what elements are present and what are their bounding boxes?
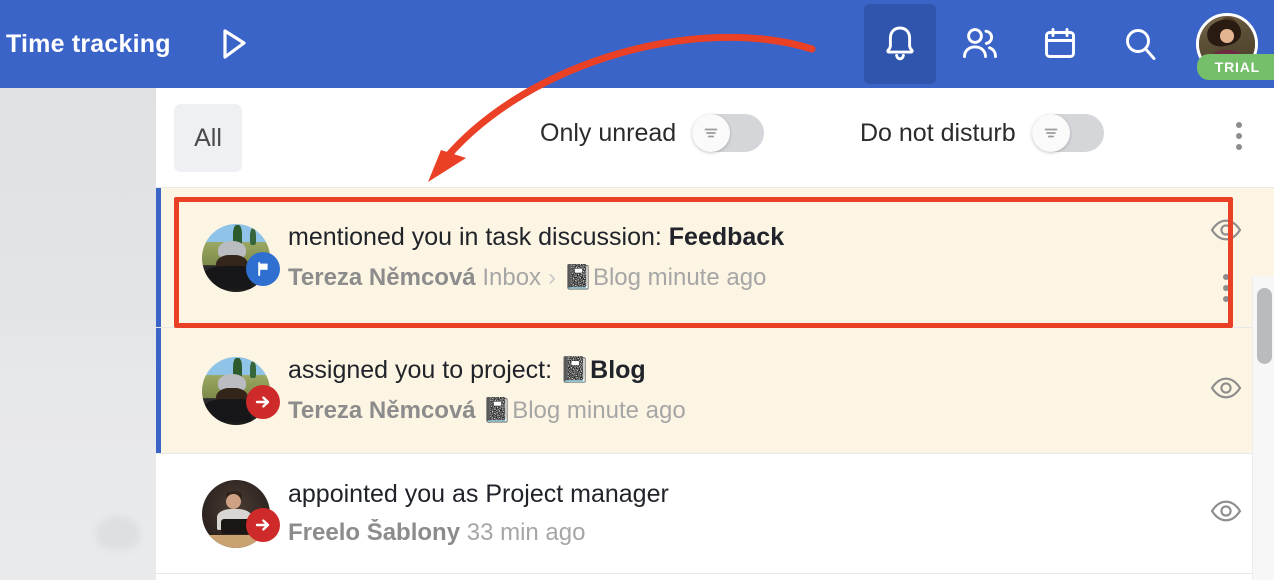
notification-list: mentioned you in task discussion: Feedba…: [156, 188, 1274, 574]
mark-as-read-eye-icon[interactable]: [1209, 213, 1243, 252]
search-icon[interactable]: [1100, 0, 1180, 88]
notification-title-prefix: mentioned you in task discussion:: [288, 223, 669, 252]
mark-as-read-eye-icon[interactable]: [1209, 371, 1243, 410]
arrow-badge-icon: [246, 507, 280, 542]
toggle-knob: [692, 114, 731, 152]
mark-as-read-eye-icon[interactable]: [1209, 494, 1243, 533]
play-icon[interactable]: [209, 20, 257, 68]
notification-text: appointed you as Project manager Freelo …: [288, 479, 1178, 548]
only-unread-label: Only unread: [540, 118, 677, 147]
notification-text: mentioned you in task discussion: Feedba…: [288, 222, 1178, 292]
notification-author: Tereza Němcová: [288, 263, 476, 291]
notification-item[interactable]: appointed you as Project manager Freelo …: [156, 454, 1274, 574]
notebook-emoji-icon: 📓: [563, 262, 593, 291]
filter-icon: [1044, 128, 1057, 138]
notification-author: Freelo Šablony: [288, 519, 461, 547]
notification-text: assigned you to project: 📓Blog Tereza Ně…: [288, 355, 1178, 425]
notification-context-second: Blog: [512, 396, 561, 424]
notifications-bell-icon[interactable]: [860, 0, 940, 88]
toggle-knob: [1031, 114, 1070, 152]
notification-title: mentioned you in task discussion: Feedba…: [288, 222, 1158, 253]
notification-title-prefix: assigned you to project:: [288, 356, 559, 385]
status-badge: TRIAL: [1196, 54, 1274, 80]
breadcrumb-separator-icon: ›: [548, 263, 557, 291]
do-not-disturb-control: Do not disturb: [860, 114, 1104, 152]
notification-list-scrollbar[interactable]: [1252, 276, 1274, 580]
notifications-panel: All Only unread Do not disturb mentioned…: [156, 88, 1274, 580]
notification-item[interactable]: assigned you to project: 📓Blog Tereza Ně…: [156, 328, 1274, 454]
notification-context-second: Blog: [592, 263, 641, 291]
top-navigation-bar: Time tracking TRIAL: [0, 0, 1274, 88]
notebook-emoji-icon: 📓: [559, 355, 591, 385]
page-title: Time tracking: [6, 29, 171, 58]
flag-badge-icon: [246, 251, 280, 286]
only-unread-toggle[interactable]: [692, 114, 765, 152]
do-not-disturb-label: Do not disturb: [860, 118, 1016, 147]
notifications-screen: Time tracking TRIAL All Only unread Do n…: [0, 0, 1274, 580]
only-unread-control: Only unread: [540, 114, 765, 152]
do-not-disturb-toggle[interactable]: [1031, 114, 1104, 152]
arrow-badge-icon: [246, 384, 280, 419]
notification-title: appointed you as Project manager: [288, 479, 669, 508]
notification-timestamp: minute ago: [560, 396, 686, 424]
avatar[interactable]: TRIAL: [1180, 0, 1274, 88]
top-navigation-actions: TRIAL: [860, 0, 1274, 88]
calendar-icon[interactable]: [1020, 0, 1100, 88]
backdrop-decoration: [96, 516, 140, 550]
page-backdrop-overlay: [0, 88, 156, 580]
notification-subtitle: Tereza Němcová Inbox › 📓Blog minute ago: [288, 263, 1158, 293]
notification-avatar: [184, 479, 288, 548]
notification-avatar: [184, 356, 288, 425]
filter-icon: [704, 128, 718, 138]
notification-avatar: [184, 223, 288, 292]
people-icon[interactable]: [940, 0, 1020, 88]
notification-subtitle: Freelo Šablony 33 min ago: [288, 519, 1158, 548]
scrollbar-thumb[interactable]: [1257, 288, 1272, 364]
notification-subtitle: Tereza Němcová 📓Blog minute ago: [288, 396, 1158, 426]
notebook-emoji-icon: 📓: [482, 395, 513, 424]
notifications-toolbar: All Only unread Do not disturb: [156, 88, 1274, 188]
notification-timestamp: minute ago: [640, 263, 767, 291]
notification-title-subject: Feedback: [668, 223, 785, 252]
notification-item[interactable]: mentioned you in task discussion: Feedba…: [156, 188, 1274, 328]
notification-author: Tereza Němcová: [288, 396, 476, 424]
notification-timestamp: 33 min ago: [466, 519, 586, 547]
row-more-options-icon[interactable]: [1223, 274, 1229, 302]
notification-context-first: Inbox: [482, 263, 542, 291]
toolbar-more-options-icon[interactable]: [1236, 122, 1242, 150]
notification-title: assigned you to project: 📓Blog: [288, 355, 1158, 386]
notification-title-subject: Blog: [590, 356, 646, 385]
filter-all-button[interactable]: All: [174, 104, 242, 172]
